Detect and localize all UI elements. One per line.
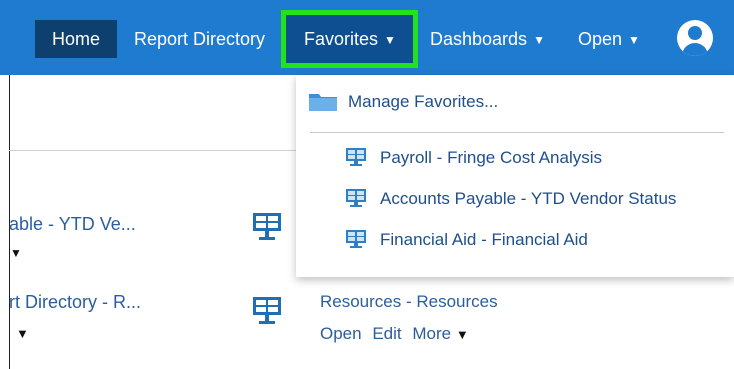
report-directory-link[interactable]: Report Directory (134, 28, 265, 50)
open-label: Open (578, 29, 623, 49)
report-title-1[interactable]: able - YTD Ve... (9, 214, 136, 235)
favorite-item-accounts-payable[interactable]: Accounts Payable - YTD Vendor Status (380, 189, 676, 209)
favorite-item-payroll[interactable]: Payroll - Fringe Cost Analysis (380, 148, 602, 168)
more-link[interactable]: More (412, 324, 451, 343)
dashboards-label: Dashboards (430, 29, 528, 49)
dashboard-monitor-icon (253, 213, 281, 240)
edit-link[interactable]: Edit (372, 324, 401, 343)
more-caret-icon[interactable]: ▼ (10, 246, 22, 260)
chevron-down-icon: ▼ (628, 33, 640, 47)
report-title-2[interactable]: rt Directory - R... (9, 292, 141, 313)
report-monitor-icon (346, 230, 366, 248)
manage-favorites-item[interactable]: Manage Favorites... (348, 92, 498, 112)
menu-separator (310, 132, 724, 133)
top-nav-bar: Home Report Directory Favorites ▼ Dashboa… (0, 0, 734, 75)
dashboard-monitor-icon (253, 297, 281, 324)
report-actions: Open Edit More ▼ (320, 324, 469, 344)
divider (9, 150, 299, 151)
more-caret-icon[interactable]: ▼ (456, 327, 469, 342)
report-monitor-icon (346, 189, 366, 207)
favorite-item-financial-aid[interactable]: Financial Aid - Financial Aid (380, 230, 588, 250)
user-avatar-icon[interactable] (677, 20, 713, 56)
dashboards-menu-button[interactable]: Dashboards ▼ (430, 28, 545, 52)
favorites-dropdown-menu: Manage Favorites... Payroll - Fringe Cos… (296, 75, 734, 277)
favorites-menu-button[interactable]: Favorites ▼ (304, 28, 396, 52)
favorites-label: Favorites (304, 29, 379, 49)
home-button[interactable]: Home (35, 20, 117, 58)
open-menu-button[interactable]: Open ▼ (578, 28, 640, 52)
chevron-down-icon: ▼ (533, 33, 545, 47)
report-title-3[interactable]: Resources - Resources (320, 292, 498, 312)
chevron-down-icon: ▼ (384, 33, 396, 47)
folder-icon (309, 94, 337, 111)
report-monitor-icon (346, 148, 366, 166)
open-link[interactable]: Open (320, 324, 362, 343)
more-caret-icon[interactable]: ▼ (16, 326, 29, 341)
